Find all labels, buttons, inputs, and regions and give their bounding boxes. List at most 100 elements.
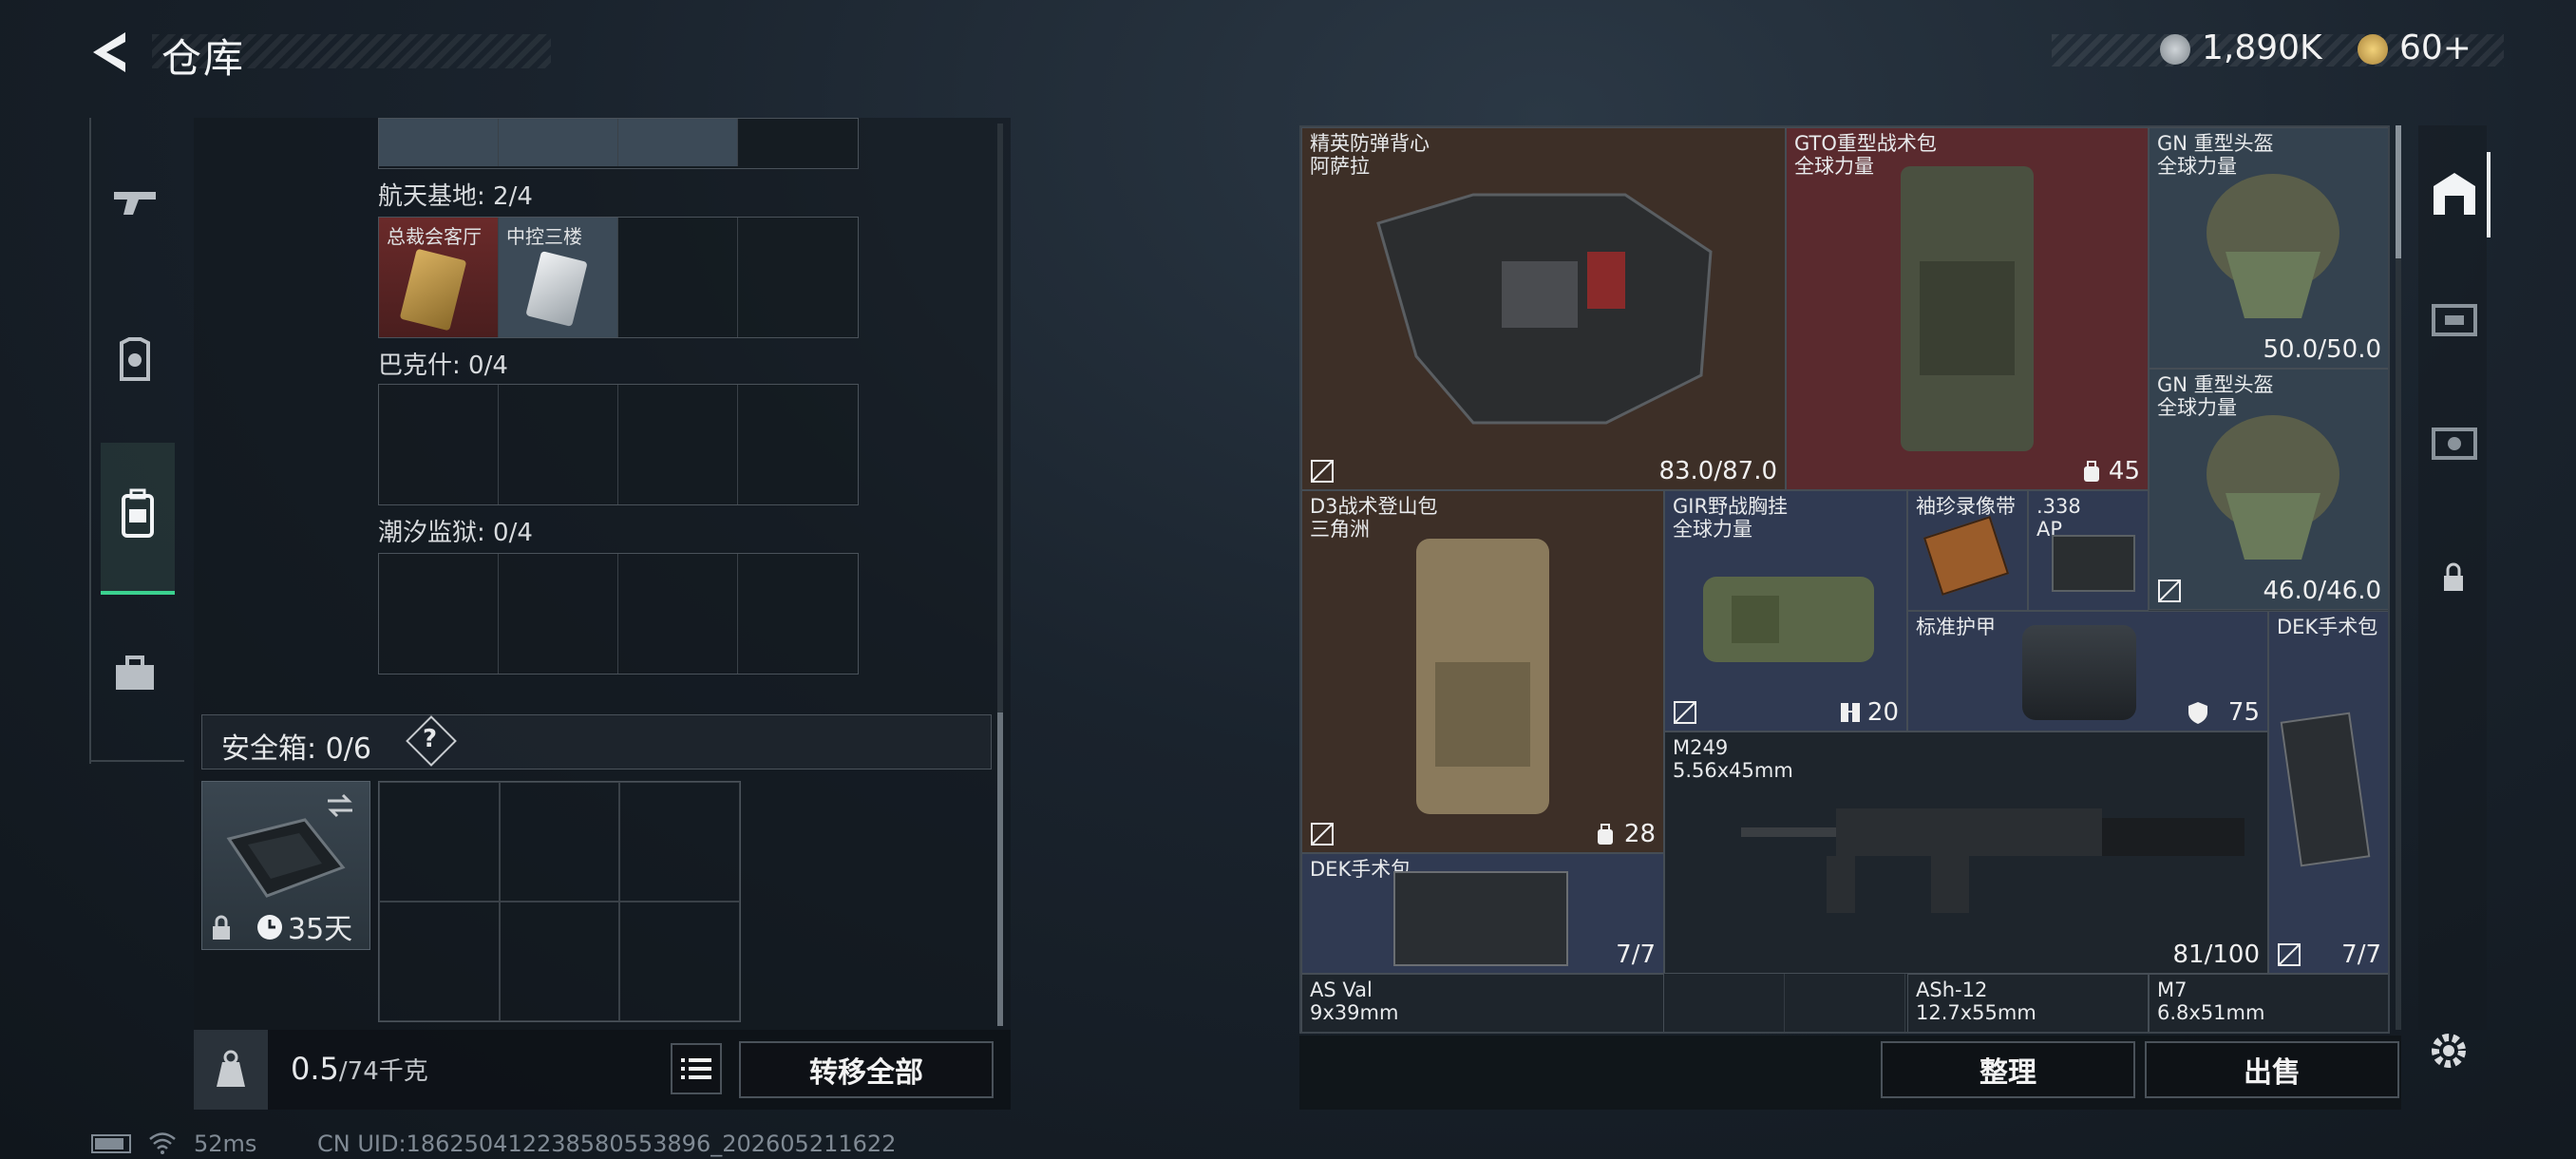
safe-box-grid [378,781,741,1022]
gun-icon [114,192,156,215]
briefcase-icon [116,656,154,690]
grid-slot[interactable] [499,385,618,504]
top-partial-grid [378,118,859,169]
item-d3-backpack[interactable]: D3战术登山包 三角洲 28 [1301,490,1664,853]
grid-slot[interactable] [618,554,738,674]
item-standard-armor[interactable]: 标准护甲 75 [1907,611,2268,732]
rail-weapon-tab[interactable] [93,156,177,251]
grid-slot[interactable] [618,385,738,504]
item-m249[interactable]: M249 5.56x45mm 81/100 [1664,732,2268,974]
machine-gun-image [1741,808,2245,913]
grid-slot[interactable] [619,782,740,902]
item-ceo-room-key[interactable]: 总裁会客厅 [379,218,499,337]
safe-box-item[interactable]: 35天 [201,781,370,950]
ping-text: 52ms [194,1130,257,1157]
right-scrollbar-track[interactable] [2396,125,2401,1030]
transfer-all-button[interactable]: 转移全部 [739,1041,994,1098]
gold-coin-icon [2358,34,2388,65]
grid-slot[interactable] [738,218,858,337]
rail-locked-tab[interactable] [2418,542,2487,618]
grid-slot[interactable] [499,902,620,1021]
section-label-aerospace: 航天基地: 2/4 [378,182,533,211]
armor-image [2022,625,2136,720]
sort-button[interactable]: 整理 [1881,1041,2135,1098]
left-scrollbar-track[interactable] [997,124,1003,1026]
item-gn-helmet-2[interactable]: GN 重型头盔 全球力量 46.0/46.0 [2149,369,2388,610]
list-view-button[interactable] [671,1043,722,1094]
no-insure-icon [2278,943,2301,966]
rail-backpack-tab[interactable] [101,443,175,595]
rail-warehouse-3-tab[interactable] [2418,276,2487,361]
safe-box-days: 35天 [288,913,353,946]
item-dek-kit-bottom[interactable]: DEK手术包 7/7 [1301,853,1664,974]
keycard-icon [525,250,588,328]
item-338-ap[interactable]: .338 AP [2028,490,2149,611]
capacity-icon [1598,824,1613,845]
help-icon[interactable]: ? [423,725,437,753]
sell-button[interactable]: 出售 [2145,1041,2399,1098]
inventory-grid: 精英防弹背心 阿萨拉 83.0/87.0 GTO重型战术包 全球力量 45 GN… [1299,125,2390,1034]
grid-slot[interactable] [379,554,499,674]
weight-readout: 0.5/74千克 [291,1051,428,1087]
grid-slot[interactable] [379,385,499,504]
silver-amount: 1,890K [2202,28,2322,67]
item-control-3f-key[interactable]: 中控三楼 [499,218,618,337]
weight-max: /74千克 [338,1057,428,1086]
back-button[interactable] [87,28,135,76]
bakhsh-grid [378,384,859,505]
grid-slot[interactable] [619,902,740,1021]
armor-icon [120,337,150,381]
no-insure-icon [1311,460,1334,483]
weight-icon [217,1050,245,1087]
no-insure-icon [1674,701,1696,724]
settings-button[interactable] [2418,1022,2477,1079]
left-scrollbar-thumb[interactable] [997,712,1003,1026]
ammo-box-image [2052,535,2135,592]
item-as-val[interactable]: AS Val 9x39mm [1301,974,1664,1032]
backpack-icon [122,488,154,538]
rail-armor-tab[interactable] [93,314,177,408]
tape-image [1923,516,2010,596]
right-scrollbar-thumb[interactable] [2396,125,2401,258]
grid-slot[interactable] [738,119,858,166]
item-ash-12[interactable]: ASh-12 12.7x55mm [1907,974,2149,1032]
weight-icon-box [194,1030,268,1110]
grid-slot[interactable] [618,218,738,337]
item-pocket-tape[interactable]: 袖珍录像带 [1907,490,2028,611]
grid-slot[interactable] [379,119,499,166]
aerospace-grid: 总裁会客厅 中控三楼 [378,217,859,338]
grid-slot[interactable] [738,385,858,504]
swap-icon[interactable] [324,791,356,820]
item-gto-bag[interactable]: GTO重型战术包 全球力量 45 [1786,127,2149,490]
rail-case-tab[interactable] [93,627,177,722]
item-gir-chest-rig[interactable]: GIR野战胸挂 全球力量 20 [1664,490,1907,732]
safe-case-icon [226,818,346,898]
medkit-image [1393,871,1568,966]
grid-slot[interactable] [738,554,858,674]
item-elite-vest[interactable]: 精英防弹背心 阿萨拉 83.0/87.0 [1301,127,1786,490]
section-label-bakhsh: 巴克什: 0/4 [378,352,508,380]
grid-slot[interactable] [379,782,500,902]
item-gn-helmet-1[interactable]: GN 重型头盔 全球力量 50.0/50.0 [2149,127,2388,369]
grid-slot[interactable] [499,554,618,674]
battery-icon [91,1134,131,1153]
gold-amount: 60+ [2399,28,2472,67]
no-insure-icon [2158,580,2181,602]
rail-warehouse-4-tab[interactable] [2418,399,2487,484]
lock-icon [2444,562,2463,591]
warehouse-4-icon [2432,428,2477,460]
list-icon [681,1058,711,1079]
keycard-icon [399,248,467,332]
item-dek-kit-right[interactable]: DEK手术包 7/7 [2268,611,2388,974]
rail-divider-bottom [89,760,184,762]
rail-warehouse-tab[interactable] [2418,152,2491,238]
safe-box-label: 安全箱: 0/6 [221,732,371,766]
item-m7[interactable]: M7 6.8x51mm [2149,974,2388,1032]
clock-icon [257,915,282,940]
rig-capacity-icon [1841,703,1860,722]
grid-slot[interactable] [618,119,738,166]
grid-slot[interactable] [499,119,618,166]
grid-slot[interactable] [499,782,620,902]
section-label-tide-prison: 潮汐监狱: 0/4 [378,519,533,547]
grid-slot[interactable] [379,902,500,1021]
